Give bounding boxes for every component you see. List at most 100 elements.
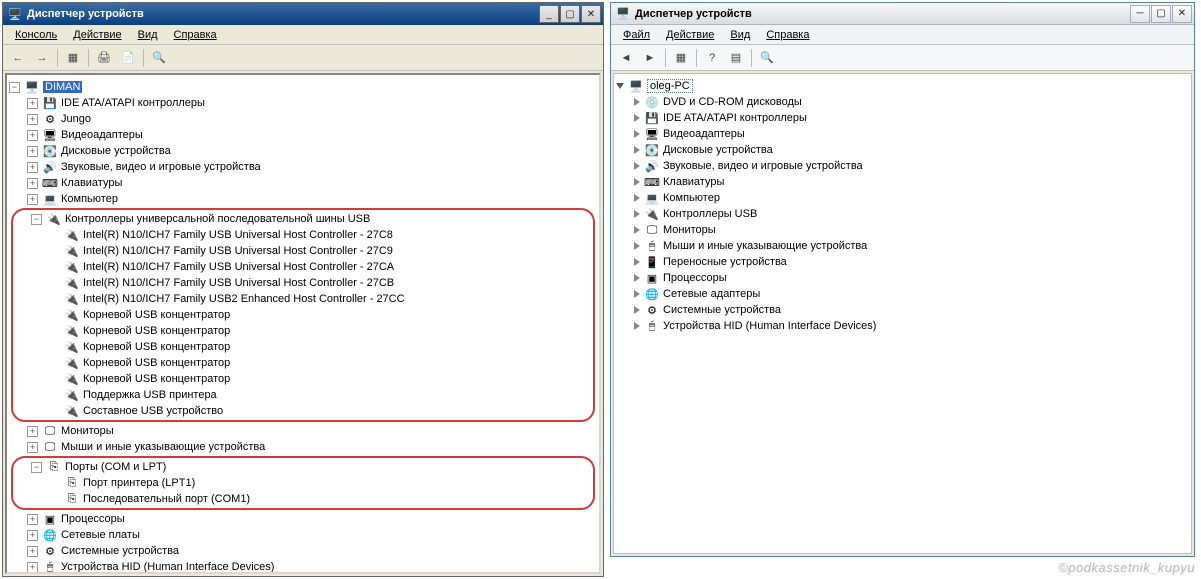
expand-icon[interactable]: + — [27, 114, 38, 125]
menu-file[interactable]: Файл — [615, 27, 658, 43]
category-label[interactable]: Сетевые адаптеры — [663, 288, 760, 300]
category-label[interactable]: Контроллеры универсальной последовательн… — [65, 213, 370, 225]
expand-icon[interactable] — [634, 290, 640, 298]
device-label[interactable]: Корневой USB концентратор — [83, 373, 230, 385]
expand-icon[interactable]: + — [27, 514, 38, 525]
maximize-button[interactable]: ▢ — [560, 5, 580, 23]
tree-category[interactable]: 🌐 Сетевые адаптеры — [634, 286, 1189, 302]
device-label[interactable]: Корневой USB концентратор — [83, 357, 230, 369]
root-label[interactable]: oleg-PC — [647, 79, 693, 93]
tree-category[interactable]: + 🌐 Сетевые платы — [27, 527, 597, 543]
expand-icon[interactable]: + — [27, 98, 38, 109]
tree-category[interactable]: + 💻 Компьютер — [27, 191, 597, 207]
tree-category[interactable]: 🔌 Контроллеры USB — [634, 206, 1189, 222]
tree-content[interactable]: − 🖥️ DIMAN + 💾 IDE ATA/ATAPI контроллеры… — [5, 73, 601, 574]
expand-icon[interactable] — [634, 146, 640, 154]
category-label[interactable]: Системные устройства — [61, 545, 179, 557]
menu-help[interactable]: Справка — [166, 27, 225, 43]
category-label[interactable]: Клавиатуры — [61, 177, 122, 189]
tree-category[interactable]: 🔊 Звуковые, видео и игровые устройства — [634, 158, 1189, 174]
collapse-icon[interactable] — [616, 83, 624, 89]
tree-device[interactable]: 🔌 Intel(R) N10/ICH7 Family USB Universal… — [49, 259, 593, 275]
category-label[interactable]: Клавиатуры — [663, 176, 724, 188]
category-label[interactable]: Звуковые, видео и игровые устройства — [663, 160, 863, 172]
category-label[interactable]: Мониторы — [663, 224, 716, 236]
expand-icon[interactable] — [634, 242, 640, 250]
category-label[interactable]: Переносные устройства — [663, 256, 787, 268]
view-icon[interactable]: ▦ — [670, 47, 692, 69]
category-label[interactable]: Дисковые устройства — [61, 145, 171, 157]
tree-category[interactable]: + 💾 IDE ATA/ATAPI контроллеры — [27, 95, 597, 111]
minimize-button[interactable]: _ — [539, 5, 559, 23]
tree-category[interactable]: + ▣ Процессоры — [27, 511, 597, 527]
maximize-button[interactable]: ▢ — [1151, 5, 1171, 23]
tree-category[interactable]: + 🖵 Мыши и иные указывающие устройства — [27, 439, 597, 455]
category-label[interactable]: IDE ATA/ATAPI контроллеры — [663, 112, 807, 124]
expand-icon[interactable]: + — [27, 426, 38, 437]
device-label[interactable]: Intel(R) N10/ICH7 Family USB Universal H… — [83, 261, 394, 273]
expand-icon[interactable]: + — [27, 562, 38, 573]
tree-category[interactable]: ▣ Процессоры — [634, 270, 1189, 286]
category-label[interactable]: Компьютер — [663, 192, 720, 204]
tree-category[interactable]: + 💽 Дисковые устройства — [27, 143, 597, 159]
menu-help[interactable]: Справка — [758, 27, 817, 43]
category-label[interactable]: Процессоры — [663, 272, 727, 284]
menu-console[interactable]: Консоль — [7, 27, 65, 43]
expand-icon[interactable] — [634, 274, 640, 282]
tree-category[interactable]: 💾 IDE ATA/ATAPI контроллеры — [634, 110, 1189, 126]
expand-icon[interactable] — [634, 162, 640, 170]
help-icon[interactable]: ? — [701, 47, 723, 69]
tree-device[interactable]: 🔌 Intel(R) N10/ICH7 Family USB Universal… — [49, 227, 593, 243]
expand-icon[interactable] — [634, 226, 640, 234]
back-icon[interactable]: ◄ — [615, 47, 637, 69]
expand-icon[interactable]: + — [27, 442, 38, 453]
back-icon[interactable]: ← — [7, 47, 29, 69]
device-label[interactable]: Корневой USB концентратор — [83, 341, 230, 353]
collapse-icon[interactable]: − — [31, 462, 42, 473]
expand-icon[interactable]: + — [27, 530, 38, 541]
category-label[interactable]: Компьютер — [61, 193, 118, 205]
device-label[interactable]: Корневой USB концентратор — [83, 309, 230, 321]
close-button[interactable]: ✕ — [581, 5, 601, 23]
category-label[interactable]: Видеоадаптеры — [663, 128, 745, 140]
tree-device[interactable]: 🔌 Поддержка USB принтера — [49, 387, 593, 403]
tree-device[interactable]: ⎘ Последовательный порт (COM1) — [49, 491, 593, 507]
category-label[interactable]: Контроллеры USB — [663, 208, 757, 220]
tree-device[interactable]: 🔌 Составное USB устройство — [49, 403, 593, 419]
tree-root[interactable]: 🖥️ oleg-PC — [616, 78, 1189, 94]
expand-icon[interactable] — [634, 306, 640, 314]
print-icon[interactable]: 🖨 — [93, 47, 115, 69]
device-label[interactable]: Intel(R) N10/ICH7 Family USB Universal H… — [83, 245, 393, 257]
scan-icon[interactable]: 🔍 — [756, 47, 778, 69]
tree-device[interactable]: 🔌 Корневой USB концентратор — [49, 355, 593, 371]
expand-icon[interactable]: + — [27, 194, 38, 205]
menu-view[interactable]: Вид — [722, 27, 758, 43]
menu-view[interactable]: Вид — [130, 27, 166, 43]
tree-category[interactable]: 🖵 Мониторы — [634, 222, 1189, 238]
tree-device[interactable]: 🔌 Intel(R) N10/ICH7 Family USB2 Enhanced… — [49, 291, 593, 307]
category-label[interactable]: Звуковые, видео и игровые устройства — [61, 161, 261, 173]
device-label[interactable]: Последовательный порт (COM1) — [83, 493, 250, 505]
tree-content[interactable]: 🖥️ oleg-PC 💿 DVD и CD-ROM дисководы 💾 ID… — [613, 73, 1192, 554]
device-label[interactable]: Intel(R) N10/ICH7 Family USB Universal H… — [83, 229, 393, 241]
menu-action[interactable]: Действие — [65, 27, 129, 43]
expand-icon[interactable]: + — [27, 130, 38, 141]
device-label[interactable]: Составное USB устройство — [83, 405, 223, 417]
root-label[interactable]: DIMAN — [43, 81, 82, 93]
titlebar[interactable]: 🖥️ Диспетчер устройств ─ ▢ ✕ — [611, 3, 1194, 25]
category-label[interactable]: Устройства HID (Human Interface Devices) — [61, 561, 274, 573]
tree-category[interactable]: 📱 Переносные устройства — [634, 254, 1189, 270]
category-label[interactable]: IDE ATA/ATAPI контроллеры — [61, 97, 205, 109]
category-label[interactable]: Мониторы — [61, 425, 114, 437]
tree-category[interactable]: + ⚙ Jungo — [27, 111, 597, 127]
expand-icon[interactable] — [634, 130, 640, 138]
tree-category[interactable]: 💻 Компьютер — [634, 190, 1189, 206]
tree-device[interactable]: 🔌 Корневой USB концентратор — [49, 339, 593, 355]
expand-icon[interactable] — [634, 258, 640, 266]
properties-icon[interactable]: ▤ — [725, 47, 747, 69]
view-icon[interactable]: ▦ — [62, 47, 84, 69]
category-label[interactable]: Порты (COM и LPT) — [65, 461, 166, 473]
menu-action[interactable]: Действие — [658, 27, 722, 43]
forward-icon[interactable]: → — [31, 47, 53, 69]
expand-icon[interactable]: + — [27, 146, 38, 157]
